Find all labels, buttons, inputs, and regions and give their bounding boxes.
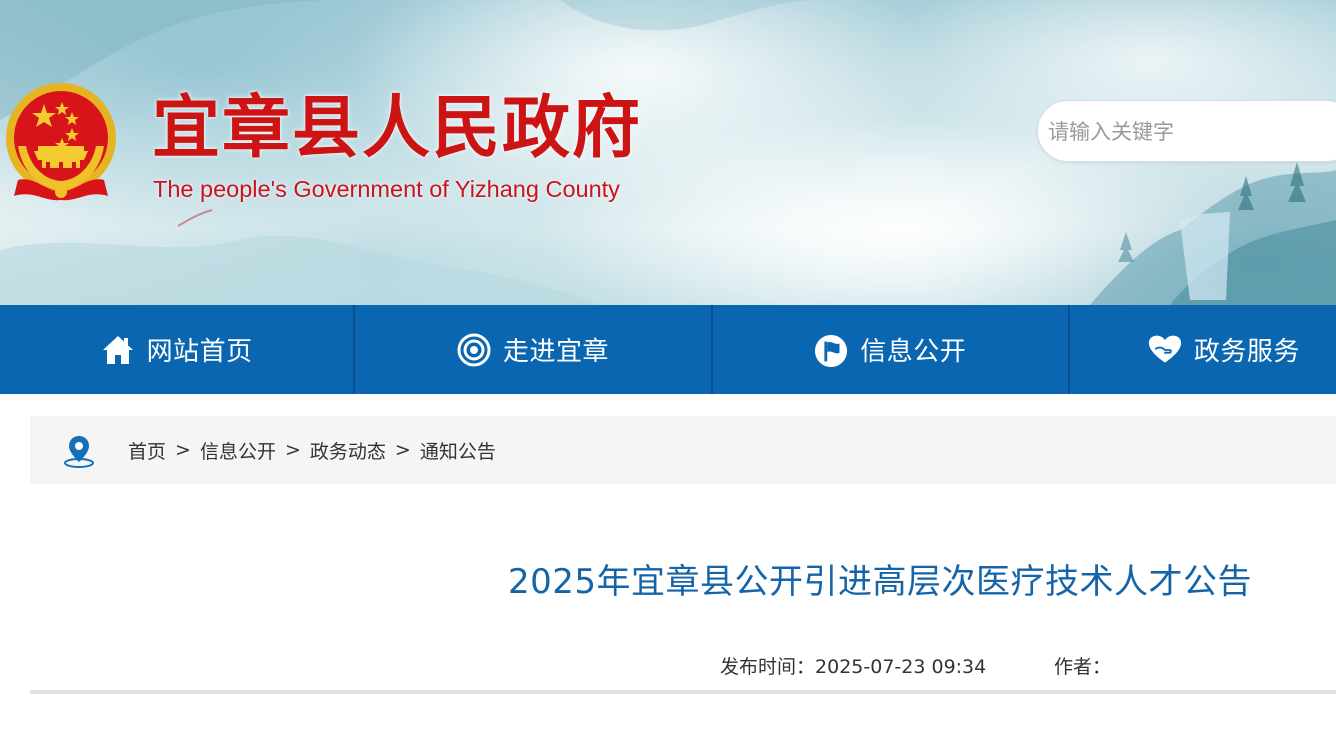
nav-item-about-yizhang[interactable]: 走进宜章 (355, 305, 710, 394)
site-subtitle: The people's Government of Yizhang Count… (153, 176, 620, 202)
nav-item-home[interactable]: 网站首页 (0, 305, 353, 394)
breadcrumb-separator: > (394, 439, 411, 461)
breadcrumb-notices[interactable]: 通知公告 (420, 437, 496, 464)
publish-time-label: 发布时间： (720, 656, 816, 678)
breadcrumb-info-disclosure[interactable]: 信息公开 (200, 437, 276, 464)
main-nav: 网站首页 走进宜章 信息公开 政务服务 (0, 305, 1336, 394)
breadcrumb-home[interactable]: 首页 (128, 437, 166, 464)
home-icon (101, 333, 135, 367)
search-input[interactable] (1048, 115, 1336, 149)
breadcrumb-separator: > (175, 439, 191, 461)
publish-time: 发布时间：2025-07-23 09:34 (720, 652, 986, 679)
heart-hand-icon (1148, 333, 1182, 367)
header-banner: 宜章县人民政府 The people's Government of Yizha… (0, 0, 1336, 305)
search-box (1037, 100, 1336, 162)
decorative-brush-stroke (177, 209, 213, 227)
nav-label: 走进宜章 (502, 337, 609, 367)
nav-label: 政务服务 (1193, 337, 1300, 367)
header-divider (30, 690, 1336, 694)
nav-label: 网站首页 (146, 337, 253, 367)
breadcrumb-gov-news[interactable]: 政务动态 (310, 437, 386, 464)
breadcrumb: 首页 > 信息公开 > 政务动态 > 通知公告 (30, 416, 1336, 484)
nav-item-info-disclosure[interactable]: 信息公开 (713, 305, 1068, 394)
author: 作者： (1054, 652, 1111, 679)
nav-item-gov-services[interactable]: 政务服务 (1070, 305, 1336, 394)
nav-label: 信息公开 (860, 337, 967, 367)
flag-icon (814, 333, 848, 367)
article-title: 2025年宜章县公开引进高层次医疗技术人才公告 (508, 562, 1253, 602)
author-label: 作者： (1054, 656, 1112, 678)
breadcrumb-separator: > (284, 439, 301, 461)
site-title: 宜章县人民政府 (152, 88, 643, 168)
publish-time-value: 2025-07-23 09:34 (815, 656, 987, 678)
national-emblem-icon (6, 83, 116, 201)
target-icon (457, 333, 491, 367)
breadcrumb-trail: 首页 > 信息公开 > 政务动态 > 通知公告 (128, 416, 496, 484)
location-pin-icon (64, 436, 94, 468)
